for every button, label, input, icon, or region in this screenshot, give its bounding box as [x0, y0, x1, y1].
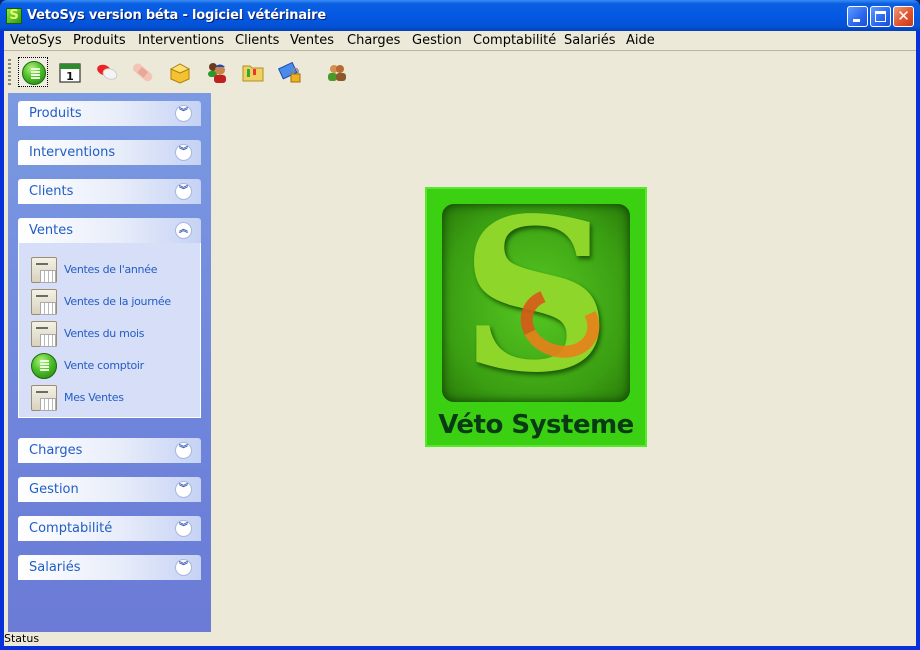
report-icon [31, 257, 57, 283]
task-ventes-annee[interactable]: Ventes de l'année [31, 257, 196, 283]
group-label: Produits [29, 106, 82, 121]
tool-bandage[interactable] [128, 57, 158, 87]
menu-interventions[interactable]: Interventions [136, 33, 226, 48]
task-vente-comptoir[interactable]: Vente comptoir [31, 353, 196, 379]
tool-calendar[interactable]: 1 [55, 57, 85, 87]
menu-clients[interactable]: Clients [233, 33, 281, 48]
chevron-down-icon[interactable]: ︾ [175, 559, 192, 576]
group-label: Gestion [29, 482, 79, 497]
menu-bar: VetoSys Produits Interventions Clients V… [4, 31, 916, 51]
bandage-icon [132, 63, 153, 82]
status-text: Status [4, 632, 40, 645]
lock-icon [278, 61, 301, 83]
close-icon: ✕ [897, 7, 910, 25]
group-label: Interventions [29, 145, 116, 160]
tool-lock[interactable] [275, 57, 305, 87]
task-label[interactable]: Vente comptoir [64, 359, 144, 372]
task-label[interactable]: Ventes de l'année [64, 263, 157, 276]
task-label[interactable]: Ventes du mois [64, 327, 145, 340]
chevron-down-icon[interactable]: ︾ [175, 520, 192, 537]
tool-pill[interactable] [92, 57, 122, 87]
pill-icon [97, 64, 118, 80]
tool-people[interactable] [322, 57, 352, 87]
menu-aide[interactable]: Aide [624, 33, 657, 48]
toolbar-grip[interactable] [8, 59, 11, 85]
status-bar: Status [4, 632, 916, 646]
logo-emblem: S [442, 186, 630, 406]
window-title: VetoSys version béta - logiciel vétérina… [27, 8, 326, 23]
group-label: Ventes [29, 223, 73, 238]
tool-box[interactable] [165, 57, 195, 87]
people-icon [328, 65, 346, 81]
menu-charges[interactable]: Charges [345, 33, 402, 48]
veto-systeme-logo: S Véto Systeme [425, 186, 647, 447]
svg-text:1: 1 [66, 70, 74, 83]
users-icon [208, 63, 226, 83]
task-ventes-mois[interactable]: Ventes du mois [31, 321, 196, 347]
group-ventes[interactable]: Ventes ︽ [18, 218, 201, 243]
report-icon [31, 385, 57, 411]
report-icon [31, 321, 57, 347]
calculator-icon [22, 61, 46, 85]
report-icon [31, 289, 57, 315]
group-label: Comptabilité [29, 521, 113, 536]
chevron-down-icon[interactable]: ︾ [175, 105, 192, 122]
maximize-icon [875, 11, 886, 22]
box-icon [169, 63, 191, 84]
menu-vetosys[interactable]: VetoSys [8, 33, 64, 48]
task-label[interactable]: Ventes de la journée [64, 295, 171, 308]
task-ventes-journee[interactable]: Ventes de la journée [31, 289, 196, 315]
app-icon[interactable]: S [6, 8, 22, 24]
menu-comptabilite[interactable]: Comptabilité [471, 33, 558, 48]
toolbar: 1 [4, 53, 916, 91]
menu-ventes[interactable]: Ventes [288, 33, 336, 48]
chevron-down-icon[interactable]: ︾ [175, 481, 192, 498]
menu-gestion[interactable]: Gestion [410, 33, 464, 48]
chevron-down-icon[interactable]: ︾ [175, 183, 192, 200]
logo-text: Véto Systeme [438, 410, 634, 440]
minimize-icon [853, 19, 860, 22]
task-mes-ventes[interactable]: Mes Ventes [31, 385, 196, 411]
maximize-button[interactable] [870, 6, 891, 27]
chevron-down-icon[interactable]: ︾ [175, 144, 192, 161]
menu-salaries[interactable]: Salariés [562, 33, 618, 48]
minimize-button[interactable] [847, 6, 868, 27]
tool-folder[interactable] [238, 57, 268, 87]
app-window: S VetoSys version béta - logiciel vétéri… [0, 0, 920, 650]
chevron-down-icon[interactable]: ︾ [175, 442, 192, 459]
group-label: Clients [29, 184, 74, 199]
chevron-up-icon[interactable]: ︽ [175, 222, 192, 239]
menu-produits[interactable]: Produits [71, 33, 128, 48]
calendar-icon: 1 [59, 63, 81, 83]
group-gestion[interactable]: Gestion ︾ [18, 477, 201, 502]
group-clients[interactable]: Clients ︾ [18, 179, 201, 204]
group-interventions[interactable]: Interventions ︾ [18, 140, 201, 165]
tool-calculator[interactable] [18, 57, 48, 87]
close-button[interactable]: ✕ [893, 6, 914, 27]
tool-users[interactable] [202, 57, 232, 87]
group-label: Charges [29, 443, 83, 458]
group-comptabilite[interactable]: Comptabilité ︾ [18, 516, 201, 541]
group-ventes-tasks: Ventes de l'année Ventes de la journée V… [18, 243, 201, 418]
title-bar[interactable]: S VetoSys version béta - logiciel vétéri… [0, 0, 920, 31]
calculator-icon [31, 353, 57, 379]
group-label: Salariés [29, 560, 81, 575]
client-area: VetoSys Produits Interventions Clients V… [4, 31, 916, 646]
task-label[interactable]: Mes Ventes [64, 391, 124, 404]
group-salaries[interactable]: Salariés ︾ [18, 555, 201, 580]
group-produits[interactable]: Produits ︾ [18, 101, 201, 126]
folder-icon [242, 65, 264, 82]
group-charges[interactable]: Charges ︾ [18, 438, 201, 463]
task-pane: Produits ︾ Interventions ︾ Clients ︾ Ven… [8, 93, 211, 632]
